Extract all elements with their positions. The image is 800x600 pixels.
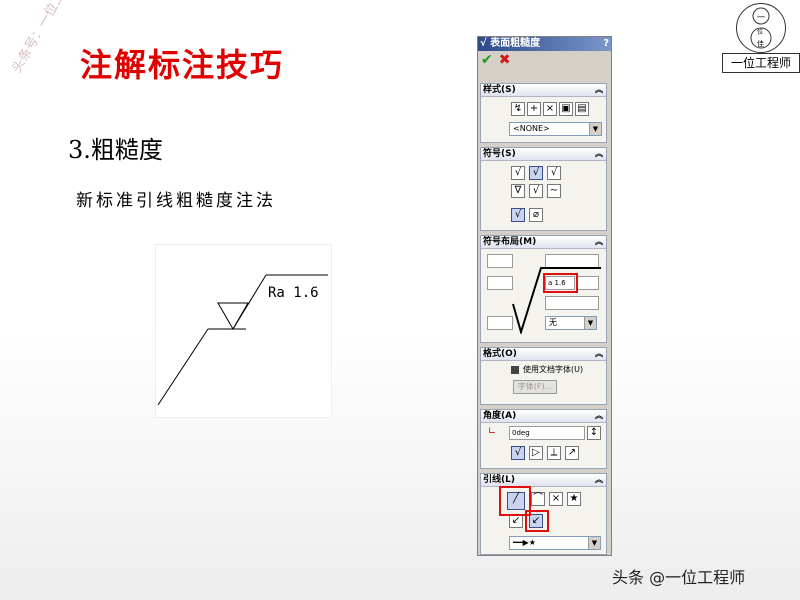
logo-emblem-art: 一 位 佳 bbox=[750, 7, 772, 49]
ok-check-icon[interactable]: ✔ bbox=[481, 52, 493, 68]
symbol-group: 符号(S) ︽ √ √ √ ∇ √ ∼ √ ⌀ bbox=[480, 147, 607, 231]
symbol-jis-prohibited-icon[interactable]: ∼ bbox=[547, 184, 561, 198]
collapse-icon[interactable]: ︽ bbox=[595, 410, 603, 422]
style-combo[interactable]: <NONE> ▼ bbox=[509, 122, 602, 136]
style-combo-value: <NONE> bbox=[513, 124, 550, 133]
collapse-icon[interactable]: ︽ bbox=[595, 84, 603, 96]
symbol-jis-basic-icon[interactable]: ∇ bbox=[511, 184, 525, 198]
roughness-value-text: Ra 1.6 bbox=[268, 285, 319, 301]
font-button[interactable]: 字体(F)... bbox=[513, 380, 557, 394]
symbol-jis-machining-icon[interactable]: √ bbox=[529, 184, 543, 198]
highlight-value-box bbox=[543, 273, 578, 293]
symbol-basic-icon[interactable]: √ bbox=[511, 166, 525, 180]
symbol-machining-required-icon[interactable]: √ bbox=[529, 166, 543, 180]
angle-reverse-icon[interactable]: ↗ bbox=[565, 446, 579, 460]
logo-emblem: 一 位 佳 bbox=[736, 3, 786, 53]
layout-field-f[interactable] bbox=[487, 316, 513, 330]
leader-bent-icon[interactable]: ⌒ bbox=[531, 492, 545, 506]
brand-logo: 一 位 佳 一位工程师 bbox=[722, 0, 800, 74]
style-group: 样式(S) ︽ ↯ + × ▣ ▤ <NONE> ▼ bbox=[480, 83, 607, 143]
footer-credit: 头条 @一位工程师 bbox=[612, 568, 746, 587]
leader-attach-icon[interactable]: ↙ bbox=[509, 514, 523, 528]
highlight-shelf-box bbox=[525, 510, 549, 532]
symbol-long-leg bbox=[232, 274, 267, 330]
format-group-label: 格式(O) bbox=[483, 349, 517, 359]
style-add-icon[interactable]: + bbox=[527, 102, 541, 116]
angle-group: 角度(A) ︽ ∟ 0deg ↕ √ ▷ ⟂ ↗ bbox=[480, 409, 607, 469]
style-delete-icon[interactable]: × bbox=[543, 102, 557, 116]
style-favorite-icon[interactable]: ↯ bbox=[511, 102, 525, 116]
collapse-icon[interactable]: ︽ bbox=[595, 474, 603, 486]
collapse-icon[interactable]: ︽ bbox=[595, 348, 603, 360]
format-group-header[interactable]: 格式(O) ︽ bbox=[481, 348, 606, 361]
chevron-down-icon[interactable]: ▼ bbox=[588, 537, 600, 549]
layout-field-c[interactable] bbox=[487, 276, 513, 290]
logo-glyph-2: 位 bbox=[757, 28, 763, 36]
format-group: 格式(O) ︽ 使用文档字体(U) 字体(F)... bbox=[480, 347, 607, 405]
symbol-local-icon[interactable]: √ bbox=[511, 208, 525, 222]
leader-group-label: 引线(L) bbox=[483, 475, 515, 485]
slide-background bbox=[0, 0, 800, 600]
leader-line bbox=[157, 328, 209, 406]
collapse-icon[interactable]: ︽ bbox=[595, 148, 603, 160]
slide-title: 注解标注技巧 bbox=[80, 46, 285, 84]
symbol-layout-group-header[interactable]: 符号布局(M) ︽ bbox=[481, 236, 606, 249]
style-load-icon[interactable]: ▤ bbox=[575, 102, 589, 116]
angle-group-header[interactable]: 角度(A) ︽ bbox=[481, 410, 606, 423]
style-group-label: 样式(S) bbox=[483, 85, 516, 95]
symbol-group-header[interactable]: 符号(S) ︽ bbox=[481, 148, 606, 161]
angle-rotate90-icon[interactable]: ▷ bbox=[529, 446, 543, 460]
symbol-group-label: 符号(S) bbox=[483, 149, 516, 159]
cancel-x-icon[interactable]: ✖ bbox=[499, 52, 511, 68]
panel-title-text: 表面粗糙度 bbox=[490, 38, 541, 49]
symbol-layout-group: 符号布局(M) ︽ a 1.6 无 ▼ bbox=[480, 235, 607, 343]
angle-icon: ∟ bbox=[487, 426, 497, 437]
symbol-machining-prohibited-icon[interactable]: √ bbox=[547, 166, 561, 180]
roughness-triangle bbox=[217, 302, 249, 331]
help-icon[interactable]: ? bbox=[603, 37, 609, 51]
logo-glyph-1: 一 bbox=[757, 13, 765, 22]
slide-subtitle: 3.粗糙度 bbox=[68, 136, 163, 164]
leader-none-icon[interactable]: × bbox=[549, 492, 563, 506]
ok-cancel-row: ✔ ✖ bbox=[478, 51, 611, 69]
leader-auto-icon[interactable]: ★ bbox=[567, 492, 581, 506]
collapse-icon[interactable]: ︽ bbox=[595, 236, 603, 248]
angle-spinner-icon[interactable]: ↕ bbox=[587, 426, 601, 440]
symbol-layout-group-label: 符号布局(M) bbox=[483, 237, 537, 247]
leader-group: 引线(L) ︽ ╱ ⌒ × ★ ↙ ↙ ━━▶★ ▼ bbox=[480, 473, 607, 555]
style-save-icon[interactable]: ▣ bbox=[559, 102, 573, 116]
use-doc-font-label: 使用文档字体(U) bbox=[523, 365, 584, 374]
logo-text: 一位工程师 bbox=[722, 53, 800, 73]
roughness-symbol-icon: √ bbox=[480, 38, 491, 49]
layout-field-a[interactable] bbox=[487, 254, 513, 268]
arrow-style-combo[interactable]: ━━▶★ ▼ bbox=[509, 536, 601, 550]
chevron-down-icon[interactable]: ▼ bbox=[589, 123, 601, 135]
angle-upright-icon[interactable]: √ bbox=[511, 446, 525, 460]
style-group-header[interactable]: 样式(S) ︽ bbox=[481, 84, 606, 97]
angle-perpendicular-icon[interactable]: ⟂ bbox=[547, 446, 561, 460]
roughness-property-panel: √ 表面粗糙度 ? ✔ ✖ 样式(S) ︽ ↯ + × ▣ ▤ <NONE> ▼ 符号… bbox=[477, 36, 612, 556]
angle-group-label: 角度(A) bbox=[483, 411, 517, 421]
use-doc-font-checkbox[interactable] bbox=[511, 366, 519, 374]
symbol-all-around-icon[interactable]: ⌀ bbox=[529, 208, 543, 222]
angle-input[interactable]: 0deg bbox=[509, 426, 585, 440]
panel-titlebar: √ 表面粗糙度 ? bbox=[478, 37, 611, 51]
slide-caption: 新标准引线粗糙度注法 bbox=[76, 191, 276, 211]
roughness-figure: Ra 1.6 bbox=[155, 244, 332, 418]
arrow-style-preview-icon: ━━▶★ bbox=[513, 538, 536, 547]
logo-glyph-3: 佳 bbox=[757, 39, 764, 48]
roughness-drawing: Ra 1.6 bbox=[157, 274, 328, 406]
